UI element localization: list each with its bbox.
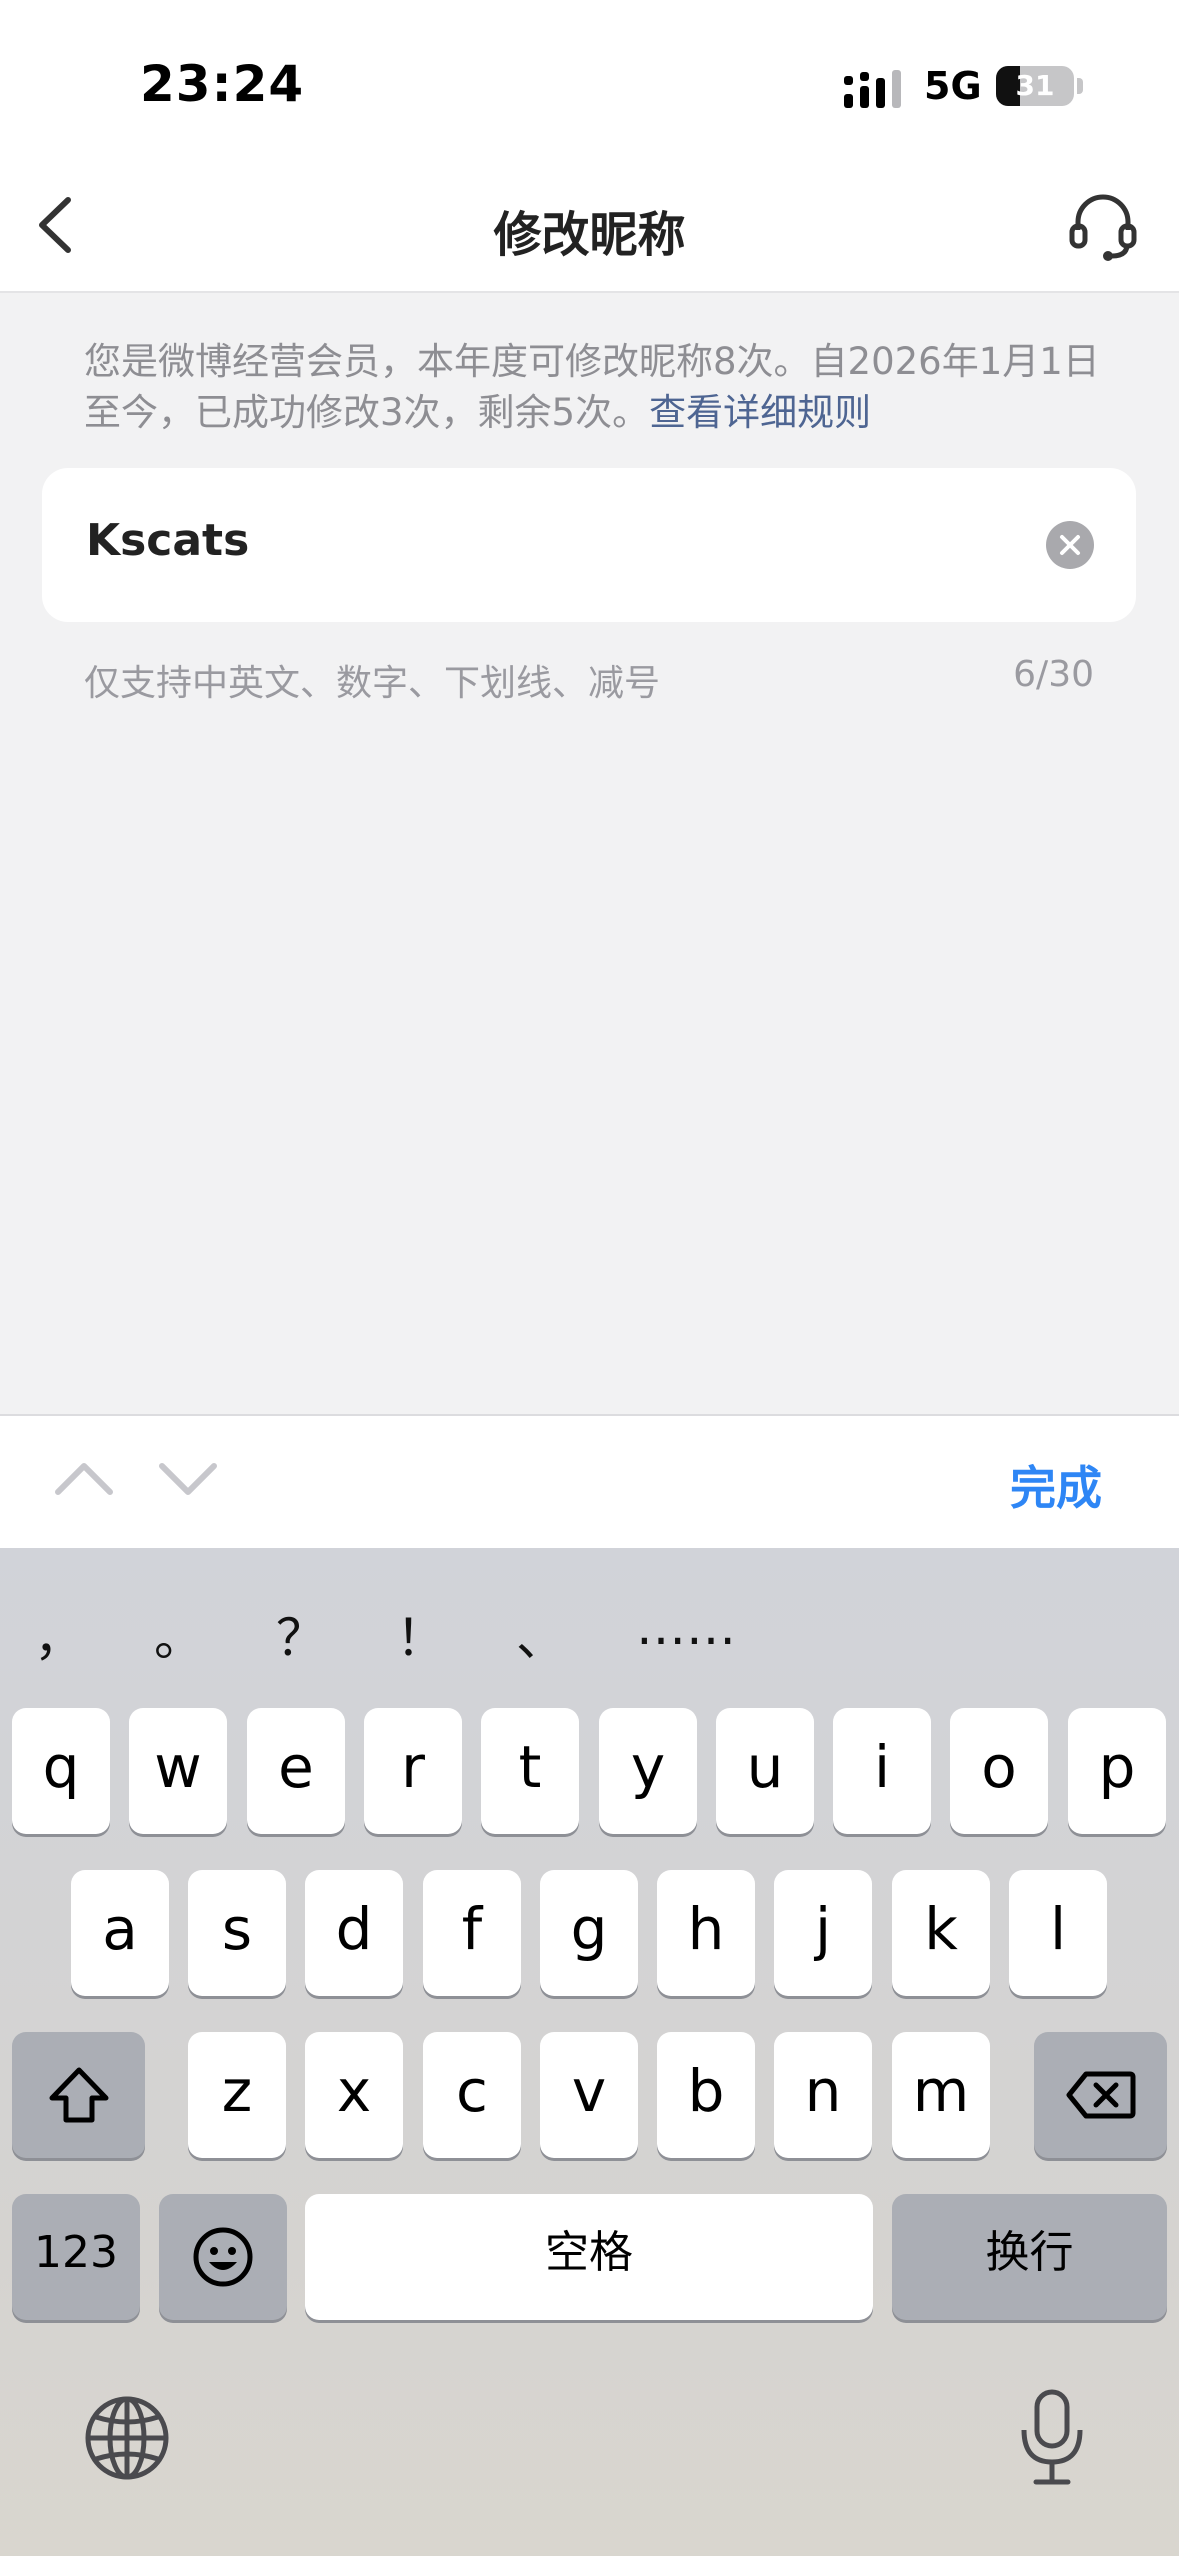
shift-key[interactable] [12,2032,145,2158]
key-s[interactable]: s [188,1870,286,1996]
key-x[interactable]: x [305,2032,403,2158]
emoji-icon [193,2227,253,2287]
key-f[interactable]: f [423,1870,521,1996]
chevron-down-icon[interactable] [156,1454,220,1504]
key-m[interactable]: m [892,2032,990,2158]
punctuation-key[interactable]: 、 [486,1598,596,1670]
return-key[interactable]: 换行 [892,2194,1167,2320]
rules-link[interactable]: 查看详细规则 [649,391,871,434]
input-hint: 仅支持中英文、数字、下划线、减号 [84,663,661,704]
key-n[interactable]: n [774,2032,872,2158]
punctuation-key[interactable]: ？ [246,1598,356,1670]
delete-key[interactable] [1034,2032,1167,2158]
emoji-key[interactable] [159,2194,287,2320]
key-k[interactable]: k [892,1870,990,1996]
character-counter: 6/30 [1013,654,1094,695]
key-q[interactable]: q [12,1708,110,1834]
shift-icon [49,2067,108,2123]
key-a[interactable]: a [71,1870,169,1996]
punctuation-key[interactable]: ！ [366,1598,476,1670]
key-h[interactable]: h [657,1870,755,1996]
page-title: 修改昵称 [493,207,686,263]
punctuation-key[interactable]: …… [626,1598,746,1656]
header-divider [0,291,1179,293]
nickname-input[interactable]: Kscats [86,515,249,566]
punctuation-key[interactable]: 。 [124,1598,234,1670]
key-w[interactable]: w [129,1708,227,1834]
key-y[interactable]: y [599,1708,697,1834]
key-v[interactable]: v [540,2032,638,2158]
space-key[interactable]: 空格 [305,2194,873,2320]
nickname-notice: 您是微博经营会员，本年度可修改昵称8次。自2026年1月1日至今，已成功修改3次… [84,336,1104,438]
key-i[interactable]: i [833,1708,931,1834]
key-z[interactable]: z [188,2032,286,2158]
microphone-icon[interactable] [1012,2388,1092,2488]
key-r[interactable]: r [364,1708,462,1834]
numbers-key[interactable]: 123 [12,2194,140,2320]
chevron-up-icon[interactable] [52,1454,116,1504]
globe-icon[interactable] [82,2393,172,2483]
key-p[interactable]: p [1068,1708,1166,1834]
network-type: 5G [924,64,982,108]
battery-icon: 31 [996,66,1074,106]
headset-icon[interactable] [1066,190,1140,264]
status-time: 23:24 [140,55,305,113]
key-c[interactable]: c [423,2032,521,2158]
punctuation-key[interactable]: ， [4,1598,114,1670]
clear-button[interactable] [1046,521,1094,569]
done-button[interactable]: 完成 [1010,1452,1102,1518]
key-l[interactable]: l [1009,1870,1107,1996]
key-t[interactable]: t [481,1708,579,1834]
key-o[interactable]: o [950,1708,1048,1834]
signal-icon [844,70,901,108]
battery-tip [1077,78,1083,94]
notice-text: 您是微博经营会员，本年度可修改昵称8次。自2026年1月1日至今，已成功修改3次… [84,340,1100,434]
clear-circle-icon [1060,535,1080,555]
key-b[interactable]: b [657,2032,755,2158]
key-g[interactable]: g [540,1870,638,1996]
delete-icon [1066,2071,1135,2119]
key-d[interactable]: d [305,1870,403,1996]
key-e[interactable]: e [247,1708,345,1834]
key-u[interactable]: u [716,1708,814,1834]
key-j[interactable]: j [774,1870,872,1996]
battery-level: 31 [1015,69,1055,102]
